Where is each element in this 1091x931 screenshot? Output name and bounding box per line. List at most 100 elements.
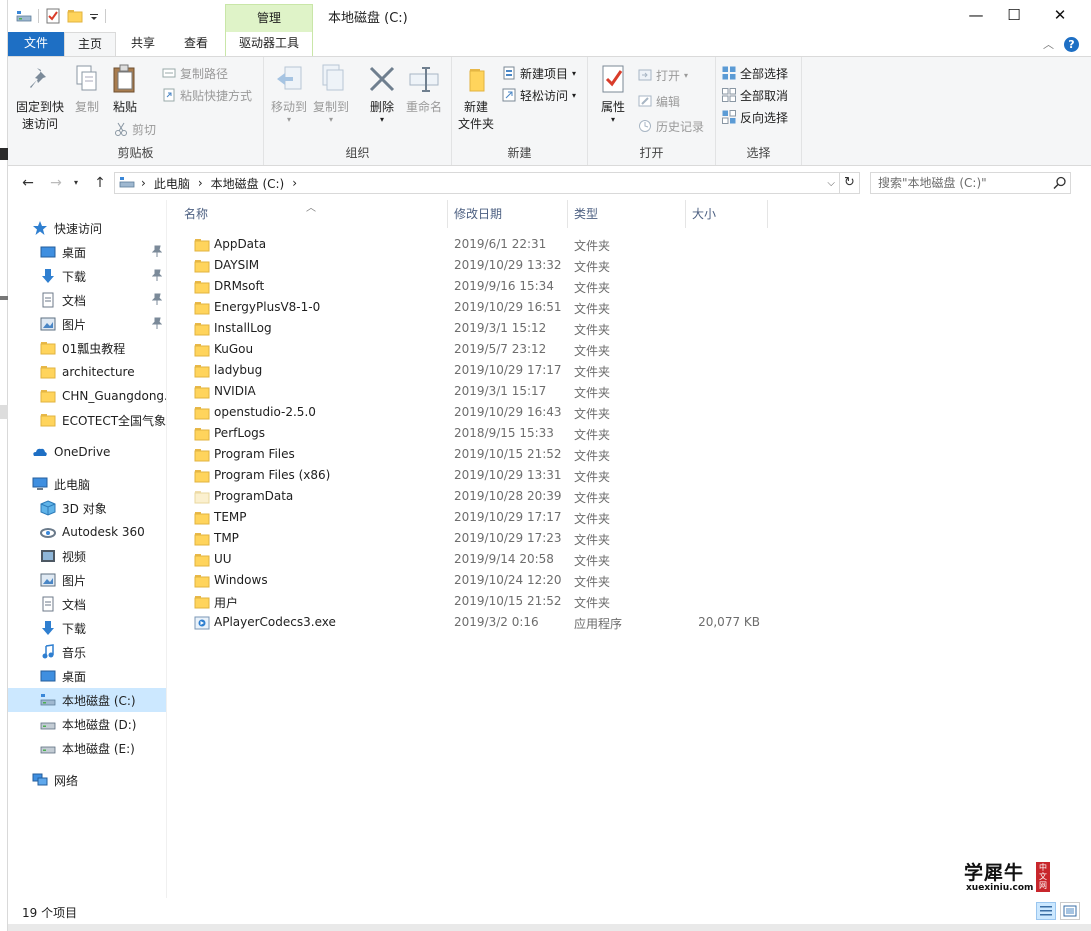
large-icons-view-icon[interactable] xyxy=(1060,902,1080,920)
forward-arrow-icon[interactable]: → xyxy=(46,174,66,192)
help-icon[interactable]: ? xyxy=(1064,36,1079,52)
customize-dropdown-icon[interactable] xyxy=(89,8,99,24)
address-bar[interactable]: › 此电脑 › 本地磁盘 (C:) › ⌵ xyxy=(114,172,840,194)
pin-icon[interactable] xyxy=(151,269,163,282)
breadcrumb-local-disk-c[interactable]: 本地磁盘 (C:) xyxy=(211,175,285,192)
file-row[interactable]: TMP 2019/10/29 17:23 文件夹 xyxy=(184,528,824,549)
column-header-name[interactable]: 名称 xyxy=(178,200,448,228)
file-row[interactable]: Windows 2019/10/24 12:20 文件夹 xyxy=(184,570,824,591)
tab-view[interactable]: 查看 xyxy=(170,32,222,56)
file-row[interactable]: ladybug 2019/10/29 17:17 文件夹 xyxy=(184,360,824,381)
search-icon[interactable] xyxy=(1053,176,1067,190)
nav-pc-item[interactable]: 本地磁盘 (C:) xyxy=(8,688,166,712)
tab-drive-tools[interactable]: 驱动器工具 xyxy=(225,32,313,56)
new-folder-icon[interactable] xyxy=(67,8,83,24)
file-row[interactable]: KuGou 2019/5/7 23:12 文件夹 xyxy=(184,339,824,360)
pin-icon[interactable] xyxy=(151,293,163,306)
copy-button[interactable]: 复制 xyxy=(70,63,104,116)
file-row[interactable]: ProgramData 2019/10/28 20:39 文件夹 xyxy=(184,486,824,507)
copy-path-button[interactable]: 复制路径 xyxy=(162,63,228,83)
file-row[interactable]: PerfLogs 2018/9/15 15:33 文件夹 xyxy=(184,423,824,444)
up-arrow-icon[interactable]: ↑ xyxy=(90,174,110,192)
nav-quick-item[interactable]: architecture xyxy=(8,360,166,384)
address-dropdown-icon[interactable]: ⌵ xyxy=(827,178,835,189)
nav-quick-item[interactable]: CHN_Guangdong. xyxy=(8,384,166,408)
nav-quick-item[interactable]: 文档 xyxy=(8,288,166,312)
nav-pc-item[interactable]: 本地磁盘 (D:) xyxy=(8,712,166,736)
file-row[interactable]: APlayerCodecs3.exe 2019/3/2 0:16 应用程序 20,07… xyxy=(184,612,824,633)
nav-pc-item[interactable]: 文档 xyxy=(8,592,166,616)
nav-pc-item[interactable]: 音乐 xyxy=(8,640,166,664)
tab-home[interactable]: 主页 xyxy=(64,32,116,57)
breadcrumb-separator-icon[interactable]: › xyxy=(141,176,146,190)
file-row[interactable]: NVIDIA 2019/3/1 15:17 文件夹 xyxy=(184,381,824,402)
file-row[interactable]: DRMsoft 2019/9/16 15:34 文件夹 xyxy=(184,276,824,297)
breadcrumb-separator-icon[interactable]: › xyxy=(198,176,203,190)
nav-onedrive[interactable]: OneDrive xyxy=(8,440,166,464)
breadcrumb-this-pc[interactable]: 此电脑 xyxy=(154,175,190,192)
nav-pc-item[interactable]: 本地磁盘 (E:) xyxy=(8,736,166,760)
select-none-button[interactable]: 全部取消 xyxy=(722,85,788,105)
breadcrumb-separator-icon[interactable]: › xyxy=(292,176,297,190)
nav-network[interactable]: 网络 xyxy=(8,768,166,792)
copy-to-button[interactable]: 复制到 ▾ xyxy=(312,63,350,124)
nav-pc-item[interactable]: 桌面 xyxy=(8,664,166,688)
nav-quick-access[interactable]: 快速访问 xyxy=(8,216,166,240)
pin-icon[interactable] xyxy=(151,317,163,330)
nav-quick-item[interactable]: 下载 xyxy=(8,264,166,288)
file-row[interactable]: 用户 2019/10/15 21:52 文件夹 xyxy=(184,591,824,612)
nav-quick-item[interactable]: ECOTECT全国气象 xyxy=(8,408,166,432)
nav-quick-item[interactable]: 01瓢虫教程 xyxy=(8,336,166,360)
properties-button[interactable]: 属性 ▾ xyxy=(596,63,630,124)
file-row[interactable]: DAYSIM 2019/10/29 13:32 文件夹 xyxy=(184,255,824,276)
move-to-button[interactable]: 移动到 ▾ xyxy=(270,63,308,124)
delete-button[interactable]: 删除 ▾ xyxy=(366,63,398,124)
pin-icon[interactable] xyxy=(151,245,163,258)
file-row[interactable]: InstallLog 2019/3/1 15:12 文件夹 xyxy=(184,318,824,339)
manage-context-tab-header[interactable]: 管理 xyxy=(225,4,313,32)
file-row[interactable]: Program Files 2019/10/15 21:52 文件夹 xyxy=(184,444,824,465)
pane-divider[interactable] xyxy=(166,200,167,898)
file-row[interactable]: EnergyPlusV8-1-0 2019/10/29 16:51 文件夹 xyxy=(184,297,824,318)
file-row[interactable]: UU 2019/9/14 20:58 文件夹 xyxy=(184,549,824,570)
close-button[interactable]: ✕ xyxy=(1037,0,1083,30)
file-row[interactable]: TEMP 2019/10/29 17:17 文件夹 xyxy=(184,507,824,528)
easy-access-button[interactable]: 轻松访问 ▾ xyxy=(502,85,576,105)
file-row[interactable]: AppData 2019/6/1 22:31 文件夹 xyxy=(184,234,824,255)
nav-pc-item[interactable]: Autodesk 360 xyxy=(8,520,166,544)
collapse-ribbon-icon[interactable]: ︿ xyxy=(1043,36,1054,52)
maximize-button[interactable]: ☐ xyxy=(991,0,1037,30)
nav-quick-item[interactable]: 桌面 xyxy=(8,240,166,264)
nav-pc-item[interactable]: 下载 xyxy=(8,616,166,640)
tab-share[interactable]: 共享 xyxy=(118,32,168,56)
file-row[interactable]: Program Files (x86) 2019/10/29 13:31 文件夹 xyxy=(184,465,824,486)
open-button[interactable]: 打开 ▾ xyxy=(638,65,688,85)
refresh-icon[interactable]: ↻ xyxy=(840,172,860,194)
new-item-button[interactable]: 新建项目 ▾ xyxy=(502,63,576,83)
nav-pc-item[interactable]: 图片 xyxy=(8,568,166,592)
rename-button[interactable]: 重命名 xyxy=(404,63,444,116)
file-row[interactable]: openstudio-2.5.0 2019/10/29 16:43 文件夹 xyxy=(184,402,824,423)
cut-button[interactable]: 剪切 xyxy=(114,119,156,139)
history-button[interactable]: 历史记录 xyxy=(638,116,704,136)
paste-shortcut-button[interactable]: 粘贴快捷方式 xyxy=(162,85,252,105)
paste-button[interactable]: 粘贴 xyxy=(108,63,142,116)
recent-locations-chevron-icon[interactable]: ▾ xyxy=(70,174,82,192)
invert-selection-button[interactable]: 反向选择 xyxy=(722,107,788,127)
tab-file[interactable]: 文件 xyxy=(8,32,64,56)
search-input[interactable]: 搜索"本地磁盘 (C:)" xyxy=(870,172,1071,194)
details-view-icon[interactable] xyxy=(1036,902,1056,920)
column-header-size[interactable]: 大小 xyxy=(686,200,768,228)
nav-pc-item[interactable]: 3D 对象 xyxy=(8,496,166,520)
nav-pc-item[interactable]: 视频 xyxy=(8,544,166,568)
edit-button[interactable]: 编辑 xyxy=(638,91,680,111)
back-arrow-icon[interactable]: ← xyxy=(18,174,38,192)
column-header-type[interactable]: 类型 xyxy=(568,200,686,228)
new-folder-button[interactable]: 新建 文件夹 xyxy=(456,63,496,133)
pin-quick-access-button[interactable]: 固定到快 速访问 xyxy=(14,63,66,133)
nav-this-pc[interactable]: 此电脑 xyxy=(8,472,166,496)
drive-icon[interactable] xyxy=(16,8,32,24)
properties-check-icon[interactable] xyxy=(45,8,61,24)
column-header-date[interactable]: 修改日期 xyxy=(448,200,568,228)
nav-quick-item[interactable]: 图片 xyxy=(8,312,166,336)
